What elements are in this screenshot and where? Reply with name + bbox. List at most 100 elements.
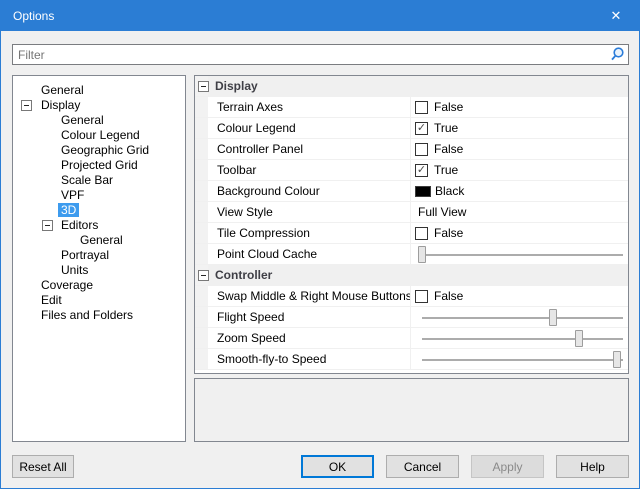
section-header-controller[interactable]: Controller xyxy=(195,265,628,286)
tree-item-projected-grid[interactable]: Projected Grid xyxy=(13,158,185,173)
tree-item-3d[interactable]: 3D xyxy=(13,203,185,218)
tree-item-label: Display xyxy=(38,98,83,112)
slider-thumb[interactable] xyxy=(575,330,583,347)
property-value xyxy=(411,307,628,327)
property-label: Point Cloud Cache xyxy=(208,244,411,264)
tree-item-edit[interactable]: Edit xyxy=(13,293,185,308)
property-value: False xyxy=(411,97,628,117)
property-grid: DisplayTerrain AxesFalseColour Legend✓Tr… xyxy=(194,75,629,374)
property-row-controller-panel[interactable]: Controller PanelFalse xyxy=(195,139,628,160)
cancel-button[interactable]: Cancel xyxy=(386,455,459,478)
property-row-zoom-speed[interactable]: Zoom Speed xyxy=(195,328,628,349)
tree-item-label: Files and Folders xyxy=(38,308,136,322)
row-margin xyxy=(195,202,208,222)
ok-button[interactable]: OK xyxy=(301,455,374,478)
checkbox-checked-icon[interactable]: ✓ xyxy=(415,164,428,177)
property-label: Toolbar xyxy=(208,160,411,180)
property-row-tile-compression[interactable]: Tile Compression False xyxy=(195,223,628,244)
description-panel xyxy=(194,378,629,442)
slider-thumb[interactable] xyxy=(549,309,557,326)
slider[interactable] xyxy=(417,328,625,349)
property-value xyxy=(411,244,628,264)
tree-item-label: VPF xyxy=(58,188,87,202)
property-row-view-style[interactable]: View Style Full View xyxy=(195,202,628,223)
row-margin xyxy=(195,244,208,264)
property-label: Swap Middle & Right Mouse Buttons xyxy=(208,286,411,306)
section-header-display[interactable]: Display xyxy=(195,76,628,97)
property-row-flight-speed[interactable]: Flight Speed xyxy=(195,307,628,328)
section-margin xyxy=(195,76,208,96)
tree-item-portrayal[interactable]: Portrayal xyxy=(13,248,185,263)
property-row-smooth-fly-to-speed[interactable]: Smooth-fly-to Speed xyxy=(195,349,628,370)
property-label: View Style xyxy=(208,202,411,222)
tree-item-coverage[interactable]: Coverage xyxy=(13,278,185,293)
checkbox-unchecked-icon[interactable] xyxy=(415,290,428,303)
close-icon: ✕ xyxy=(611,8,622,24)
reset-all-button[interactable]: Reset All xyxy=(12,455,74,478)
row-margin xyxy=(195,160,208,180)
tree-item-geographic-grid[interactable]: Geographic Grid xyxy=(13,143,185,158)
slider-thumb[interactable] xyxy=(418,246,426,263)
property-row-terrain-axes[interactable]: Terrain AxesFalse xyxy=(195,97,628,118)
tree-item-colour-legend[interactable]: Colour Legend xyxy=(13,128,185,143)
checkbox-unchecked-icon[interactable] xyxy=(415,101,428,114)
tree-item-editors[interactable]: Editors xyxy=(13,218,185,233)
color-swatch[interactable] xyxy=(415,186,431,197)
property-label: Tile Compression xyxy=(208,223,411,243)
row-margin xyxy=(195,328,208,348)
tree-item-label: General xyxy=(38,83,87,97)
tree-item-units[interactable]: Units xyxy=(13,263,185,278)
tree-item-files-and-folders[interactable]: Files and Folders xyxy=(13,308,185,323)
tree-item-vpf[interactable]: VPF xyxy=(13,188,185,203)
collapse-minus-icon[interactable] xyxy=(42,220,53,231)
tree-item-label: General xyxy=(77,233,126,247)
property-row-background-colour[interactable]: Background ColourBlack xyxy=(195,181,628,202)
property-row-swap-middle-right-mouse-buttons[interactable]: Swap Middle & Right Mouse ButtonsFalse xyxy=(195,286,628,307)
slider-thumb[interactable] xyxy=(613,351,621,368)
apply-button: Apply xyxy=(471,455,544,478)
tree-item-general[interactable]: General xyxy=(13,233,185,248)
help-button[interactable]: Help xyxy=(556,455,629,478)
row-margin xyxy=(195,118,208,138)
value-text: Full View xyxy=(415,205,466,219)
row-margin xyxy=(195,307,208,327)
slider[interactable] xyxy=(417,307,625,328)
collapse-minus-icon[interactable] xyxy=(198,270,209,281)
section-title: Display xyxy=(208,76,258,96)
tree-panel: GeneralDisplayGeneralColour LegendGeogra… xyxy=(12,75,186,442)
slider-track[interactable] xyxy=(422,359,623,361)
tree-item-label: Edit xyxy=(38,293,65,307)
value-text: False xyxy=(428,226,463,240)
property-value xyxy=(411,328,628,348)
tree-item-general[interactable]: General xyxy=(13,113,185,128)
slider[interactable] xyxy=(417,244,625,265)
collapse-minus-icon[interactable] xyxy=(198,81,209,92)
row-margin xyxy=(195,139,208,159)
tree-item-label: Editors xyxy=(58,218,101,232)
filter-input[interactable] xyxy=(13,45,606,64)
close-button[interactable]: ✕ xyxy=(593,1,639,31)
tree-item-scale-bar[interactable]: Scale Bar xyxy=(13,173,185,188)
tree-item-label: Scale Bar xyxy=(58,173,116,187)
property-value: Black xyxy=(411,181,628,201)
slider-track[interactable] xyxy=(422,338,623,340)
slider[interactable] xyxy=(417,349,625,370)
main-content: GeneralDisplayGeneralColour LegendGeogra… xyxy=(12,75,629,442)
footer: Reset All OK Cancel Apply Help xyxy=(12,455,629,478)
slider-track[interactable] xyxy=(422,254,623,256)
slider-track[interactable] xyxy=(422,317,623,319)
tree-item-display[interactable]: Display xyxy=(13,98,185,113)
checkbox-checked-icon[interactable]: ✓ xyxy=(415,122,428,135)
tree-item-label: Coverage xyxy=(38,278,96,292)
property-row-point-cloud-cache[interactable]: Point Cloud Cache xyxy=(195,244,628,265)
property-row-toolbar[interactable]: Toolbar✓True xyxy=(195,160,628,181)
tree-item-general[interactable]: General xyxy=(13,83,185,98)
property-label: Controller Panel xyxy=(208,139,411,159)
property-row-colour-legend[interactable]: Colour Legend✓True xyxy=(195,118,628,139)
titlebar[interactable]: Options ✕ xyxy=(1,1,639,31)
property-label: Terrain Axes xyxy=(208,97,411,117)
property-value: ✓True xyxy=(411,118,628,138)
collapse-minus-icon[interactable] xyxy=(21,100,32,111)
checkbox-unchecked-icon[interactable] xyxy=(415,227,428,240)
checkbox-unchecked-icon[interactable] xyxy=(415,143,428,156)
